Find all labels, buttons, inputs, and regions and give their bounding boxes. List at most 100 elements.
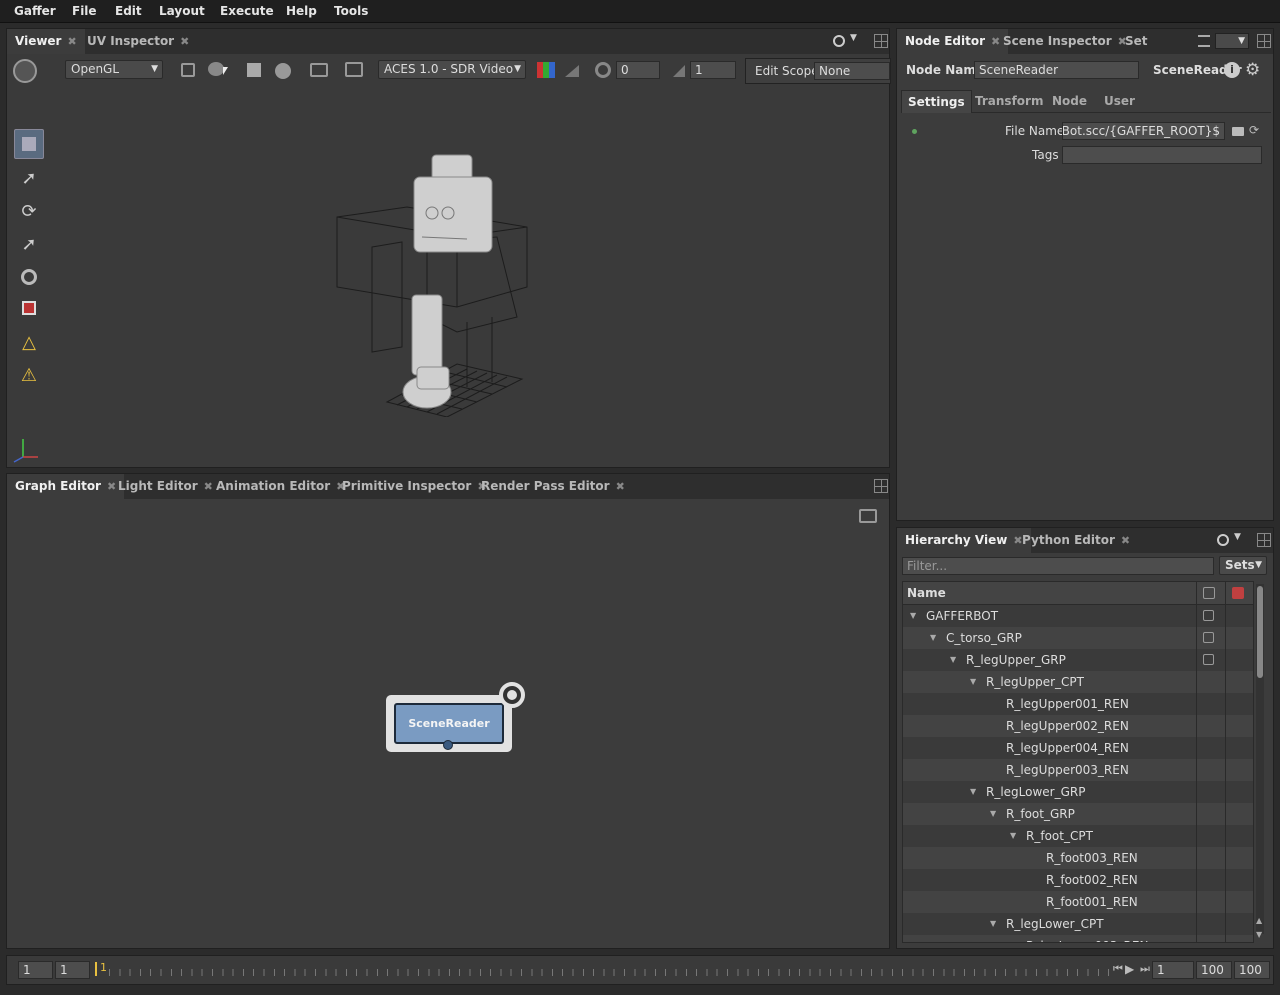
render-column-icon[interactable]: [1232, 587, 1244, 599]
info-icon[interactable]: i: [1224, 62, 1240, 78]
hierarchy-row[interactable]: ▼ GAFFERBOT: [903, 605, 1253, 627]
crop-window-tool-button[interactable]: [14, 293, 44, 323]
gamma-field[interactable]: 1: [690, 61, 736, 79]
tab-render-pass-editor[interactable]: Render Pass Editor ✖: [473, 474, 633, 499]
scrollbar-thumb[interactable]: [1257, 586, 1263, 678]
menu-layout[interactable]: Layout: [159, 4, 205, 18]
playback-start-field[interactable]: 1: [55, 961, 90, 979]
expand-toggle-icon[interactable]: ▼: [950, 649, 956, 671]
camera-tool-button[interactable]: [14, 262, 44, 292]
menu-execute[interactable]: Execute: [220, 4, 274, 18]
tab-animation-editor[interactable]: Animation Editor ✖: [208, 474, 353, 499]
hierarchy-row[interactable]: ▼ R_legUpper_GRP: [903, 649, 1253, 671]
menu-help[interactable]: Help: [286, 4, 317, 18]
layout-grid-icon[interactable]: [874, 479, 888, 493]
node-body[interactable]: SceneReader: [394, 703, 504, 744]
layout-grid-icon[interactable]: [874, 34, 888, 48]
hand-icon[interactable]: [13, 59, 37, 83]
tab-light-editor[interactable]: Light Editor ✖: [110, 474, 221, 499]
chevron-down-icon[interactable]: ▼: [1234, 532, 1241, 542]
shading-icon[interactable]: [181, 63, 195, 77]
sphere-icon[interactable]: [275, 63, 291, 79]
tab-set-editor[interactable]: Set Editor✖: [1117, 29, 1199, 54]
expand-toggle-icon[interactable]: ▼: [970, 671, 976, 693]
close-icon[interactable]: ✖: [616, 480, 625, 493]
hierarchy-row[interactable]: R_foot003_REN: [903, 847, 1253, 869]
close-icon[interactable]: ✖: [180, 35, 189, 48]
gear-icon[interactable]: ⚙: [1245, 60, 1260, 80]
target-icon[interactable]: [833, 35, 845, 47]
pin-dropdown[interactable]: ▼: [1215, 33, 1249, 49]
rotate-tool-button[interactable]: ⟳: [14, 196, 44, 226]
hierarchy-row[interactable]: ▼ R_legLower_GRP: [903, 781, 1253, 803]
expand-toggle-icon[interactable]: ▼: [990, 913, 996, 935]
jump-start-icon[interactable]: ⏮: [1113, 962, 1123, 976]
name-column-header[interactable]: Name: [907, 586, 946, 600]
tab-graph-editor[interactable]: Graph Editor ✖: [7, 474, 125, 499]
menu-edit[interactable]: Edit: [115, 4, 142, 18]
current-frame-field[interactable]: 1: [1152, 961, 1194, 979]
snapshot-icon[interactable]: [345, 62, 363, 77]
playback-end-field[interactable]: 100: [1196, 961, 1232, 979]
tab-primitive-inspector[interactable]: Primitive Inspector ✖: [334, 474, 495, 499]
timeline-ruler[interactable]: 1: [95, 960, 1109, 980]
tab-python-editor[interactable]: Python Editor ✖: [1014, 528, 1138, 553]
view-node-indicator-icon[interactable]: [499, 682, 525, 708]
expand-toggle-icon[interactable]: ▼: [970, 781, 976, 803]
tab-hierarchy-view[interactable]: Hierarchy View ✖: [897, 528, 1031, 553]
hierarchy-row[interactable]: R_foot001_REN: [903, 891, 1253, 913]
exposure-icon[interactable]: [595, 62, 611, 78]
scroll-up-icon[interactable]: ▲: [1256, 916, 1262, 925]
close-icon[interactable]: ✖: [67, 35, 76, 48]
node-name-field[interactable]: SceneReader: [974, 61, 1139, 79]
expand-toggle-icon[interactable]: ▼: [910, 605, 916, 627]
current-frame-marker[interactable]: [95, 962, 97, 976]
hierarchy-row[interactable]: ▼ R_legLower_CPT: [903, 913, 1253, 935]
gamma-icon[interactable]: [673, 65, 685, 77]
expand-toggle-icon[interactable]: ▼: [930, 627, 936, 649]
menu-tools[interactable]: Tools: [334, 4, 368, 18]
tab-menu-icon[interactable]: [1198, 35, 1210, 47]
hierarchy-row[interactable]: ▼ C_torso_GRP: [903, 627, 1253, 649]
target-icon[interactable]: [1217, 534, 1229, 546]
section-tab-user[interactable]: User: [1104, 90, 1135, 112]
hierarchy-row[interactable]: R_legUpper004_REN: [903, 737, 1253, 759]
visibility-icon[interactable]: [1203, 610, 1214, 621]
jump-end-icon[interactable]: ⏭: [1140, 962, 1150, 976]
camera-icon[interactable]: [310, 63, 328, 77]
chevron-down-icon[interactable]: ▼: [850, 33, 857, 43]
hierarchy-row[interactable]: R_legUpper001_REN: [903, 693, 1253, 715]
output-plug[interactable]: [443, 740, 453, 750]
hierarchy-row[interactable]: R_legUpper002_REN: [903, 715, 1253, 737]
layout-grid-icon[interactable]: [1257, 34, 1271, 48]
end-frame-field[interactable]: 100: [1234, 961, 1270, 979]
scroll-down-icon[interactable]: ▼: [1256, 930, 1262, 939]
section-tab-settings[interactable]: Settings: [901, 90, 972, 113]
light-tool-button[interactable]: △: [14, 327, 44, 357]
light-position-tool-button[interactable]: ⚠: [14, 360, 44, 390]
tab-node-editor[interactable]: Node Editor ✖: [897, 29, 1009, 54]
hierarchy-row[interactable]: ▼ R_foot_CPT: [903, 825, 1253, 847]
section-tab-transform[interactable]: Transform: [975, 90, 1043, 112]
scale-tool-button[interactable]: ➚: [14, 229, 44, 259]
hierarchy-row[interactable]: R_legLower003_REN: [903, 935, 1253, 942]
tab-scene-inspector[interactable]: Scene Inspector ✖: [995, 29, 1135, 54]
layout-grid-icon[interactable]: [1257, 533, 1271, 547]
display-transform-dropdown[interactable]: ACES 1.0 - SDR Video ▼: [378, 60, 526, 79]
visibility-icon[interactable]: [1203, 632, 1214, 643]
start-frame-field[interactable]: 1: [18, 961, 53, 979]
cube-icon[interactable]: [247, 63, 261, 77]
edit-scope-widget[interactable]: Edit Scope None: [745, 58, 891, 84]
tab-uv-inspector[interactable]: UV Inspector ✖: [79, 29, 197, 54]
menu-gaffer[interactable]: Gaffer: [14, 4, 56, 18]
translate-tool-button[interactable]: ➚: [14, 163, 44, 193]
select-tool-button[interactable]: [14, 129, 44, 159]
section-tab-node[interactable]: Node: [1052, 90, 1087, 112]
visibility-icon[interactable]: [1203, 654, 1214, 665]
exposure-field[interactable]: 0: [616, 61, 660, 79]
filter-input[interactable]: Filter...: [902, 557, 1214, 575]
scrollbar-track[interactable]: [1256, 584, 1264, 934]
refresh-icon[interactable]: ⟳: [1249, 123, 1259, 137]
camera-objects-icon[interactable]: [208, 62, 224, 76]
sets-dropdown[interactable]: Sets ▼: [1219, 556, 1267, 575]
